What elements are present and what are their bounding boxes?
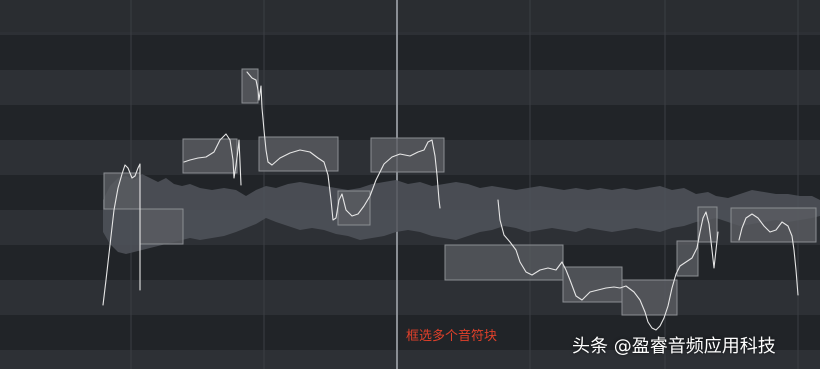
note-block[interactable] (697, 206, 718, 243)
pitch-editor[interactable]: 框选多个音符块 头条 @盈睿音频应用科技 (0, 0, 820, 369)
note-block[interactable] (182, 138, 238, 174)
note-block[interactable] (103, 172, 141, 210)
note-block[interactable] (444, 244, 564, 281)
note-block[interactable] (139, 208, 184, 245)
top-lane (0, 0, 820, 32)
note-block[interactable] (258, 136, 339, 172)
watermark-text: 头条 @盈睿音频应用科技 (572, 336, 776, 357)
note-block[interactable] (241, 68, 259, 104)
instruction-caption: 框选多个音符块 (406, 329, 498, 344)
pitch-editor-canvas[interactable] (0, 0, 820, 369)
note-block[interactable] (676, 240, 699, 277)
note-block[interactable] (621, 279, 678, 316)
